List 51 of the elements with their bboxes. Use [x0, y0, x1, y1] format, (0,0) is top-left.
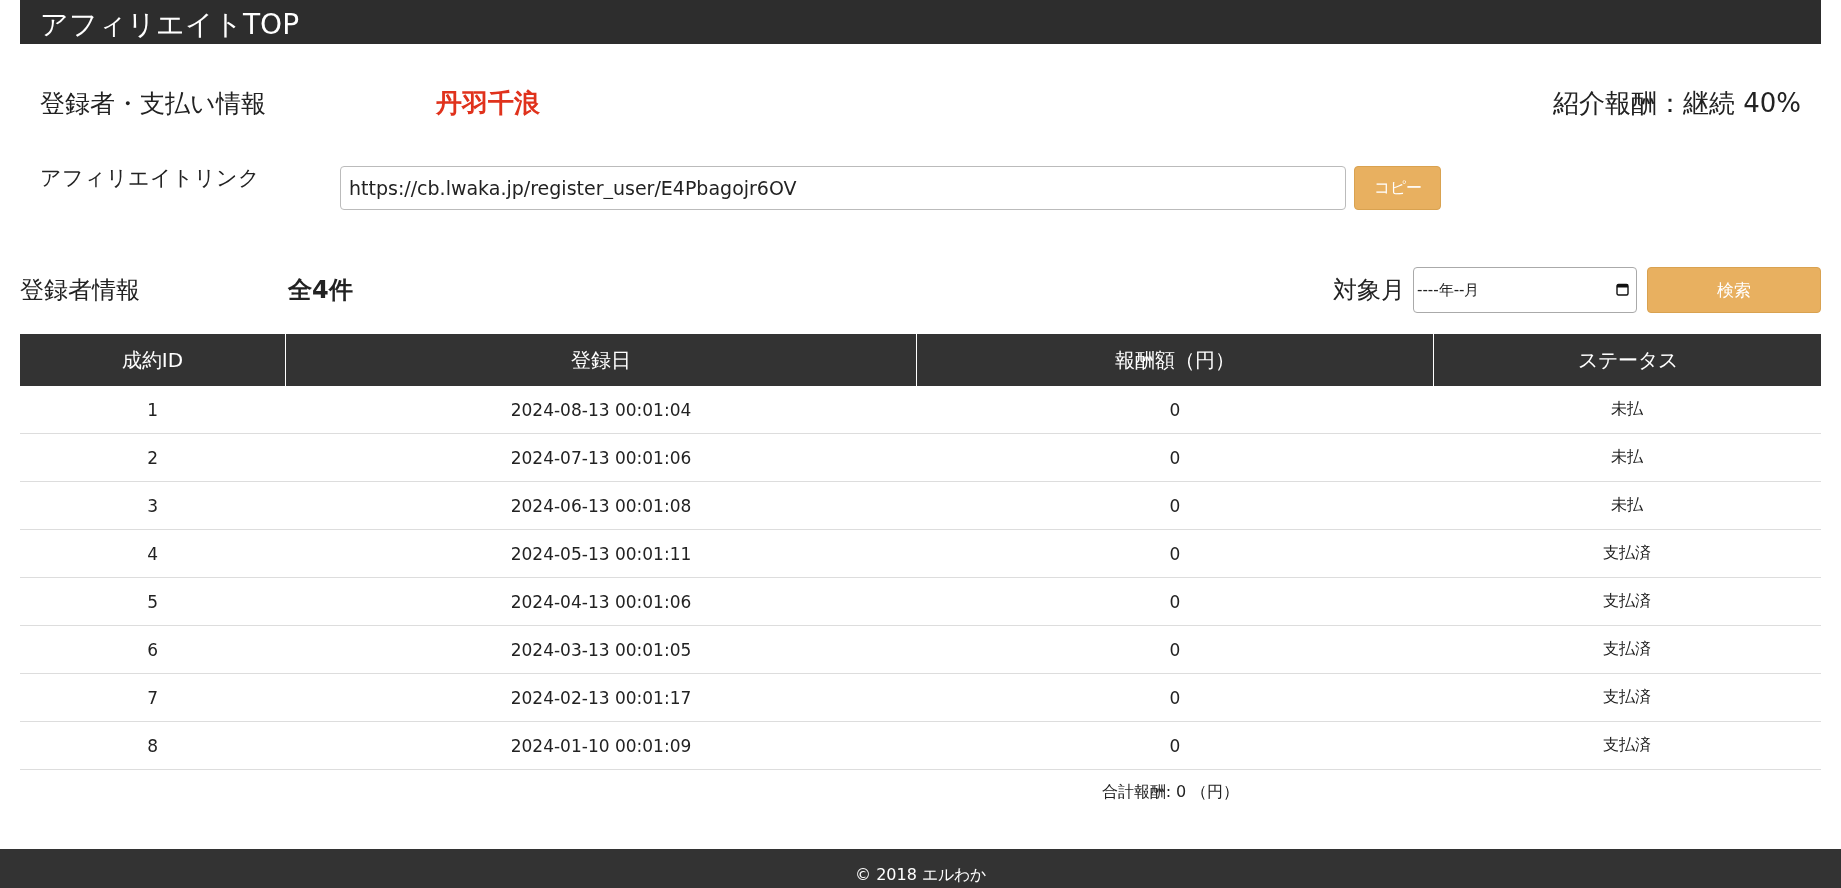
copy-button[interactable]: コピー — [1354, 166, 1441, 210]
column-header: 登録日 — [285, 334, 917, 386]
month-field[interactable]: ----年--月 — [1413, 267, 1637, 313]
column-header: 成約ID — [20, 334, 286, 386]
field-label: アフィリエイトリンク — [40, 165, 261, 192]
link-field[interactable]: https://cb.lwaka.jp/register_user/E4Pbagojr6OV — [340, 166, 1346, 210]
table-cell: 2024-07-13 00:01:06 — [285, 433, 917, 482]
table-cell: 0 — [916, 577, 1434, 626]
calendar-icon[interactable] — [1616, 283, 1629, 296]
table-cell: 0 — [916, 673, 1434, 722]
table-cell: 0 — [916, 386, 1434, 434]
table-cell: 0 — [916, 721, 1434, 770]
table-cell: 8 — [20, 721, 286, 770]
copyright-text: © 2018 エルわか — [855, 865, 986, 886]
table-cell: 2024-04-13 00:01:06 — [285, 577, 917, 626]
commission-rate: 紹介報酬：継続 40% — [1552, 86, 1801, 120]
table-cell: 2 — [20, 433, 286, 482]
column-header: ステータス — [1433, 334, 1821, 386]
table-cell: 2024-05-13 00:01:11 — [285, 529, 917, 578]
table-cell: 2024-08-13 00:01:04 — [285, 386, 917, 434]
table-cell: 未払 — [1433, 481, 1821, 530]
table-cell: 2024-01-10 00:01:09 — [285, 721, 917, 770]
table-cell: 未払 — [1433, 386, 1821, 434]
table-cell: 0 — [916, 625, 1434, 674]
table-cell: 2024-06-13 00:01:08 — [285, 481, 917, 530]
column-header: 報酬額（円） — [916, 334, 1434, 386]
table-cell: 1 — [20, 386, 286, 434]
table-cell: 0 — [916, 529, 1434, 578]
search-button[interactable]: 検索 — [1647, 267, 1821, 313]
page-title: アフィリエイトTOP — [40, 7, 300, 43]
table-cell: 支払済 — [1433, 673, 1821, 722]
table-cell: 5 — [20, 577, 286, 626]
table-cell: 支払済 — [1433, 577, 1821, 626]
registrant-name: 丹羽千浪 — [436, 86, 540, 120]
record-count: 全4件 — [288, 275, 353, 306]
table-cell: 7 — [20, 673, 286, 722]
table-cell: 2024-02-13 00:01:17 — [285, 673, 917, 722]
total-reward: 合計報酬: 0 （円） — [1101, 782, 1240, 801]
table-cell: 2024-03-13 00:01:05 — [285, 625, 917, 674]
table-cell: 支払済 — [1433, 721, 1821, 770]
table-cell: 6 — [20, 625, 286, 674]
table-cell: 未払 — [1433, 433, 1821, 482]
section-heading: 登録者情報 — [20, 275, 141, 306]
table-cell: 支払済 — [1433, 625, 1821, 674]
table-cell: 4 — [20, 529, 286, 578]
table-cell: 3 — [20, 481, 286, 530]
table-cell: 支払済 — [1433, 529, 1821, 578]
field-label: 対象月 — [1333, 275, 1405, 306]
table-cell: 0 — [916, 433, 1434, 482]
section-heading: 登録者・支払い情報 — [40, 87, 267, 120]
table-cell: 0 — [916, 481, 1434, 530]
